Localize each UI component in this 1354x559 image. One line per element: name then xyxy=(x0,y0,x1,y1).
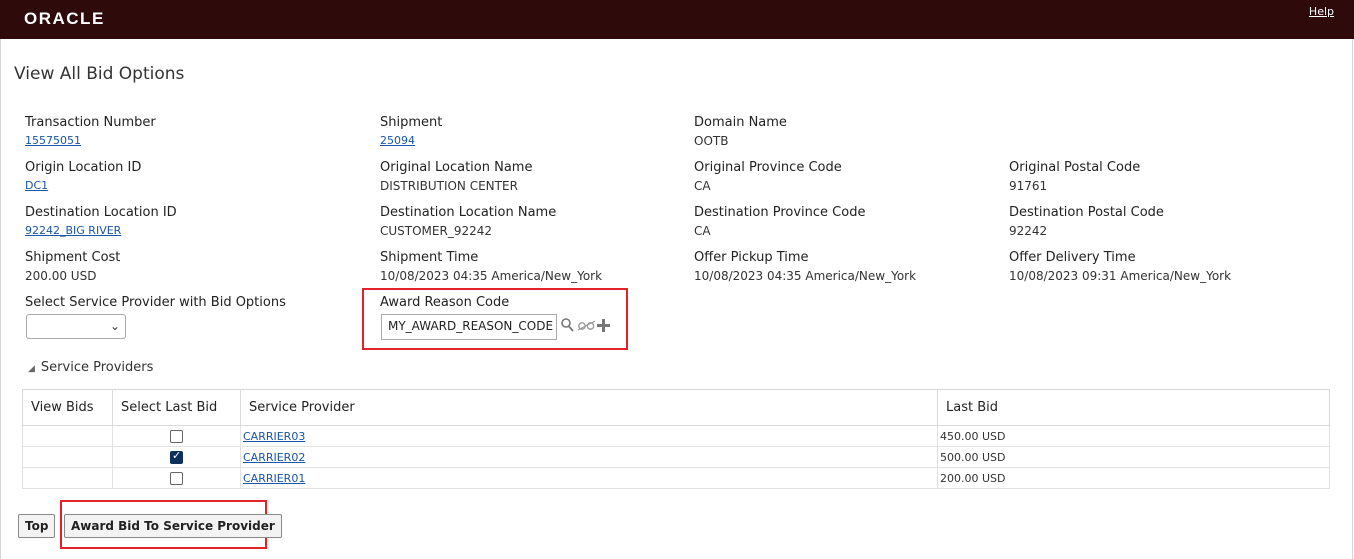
column-header-view-bids: View Bids xyxy=(22,389,113,426)
provider-cell: CARRIER01 xyxy=(240,467,938,489)
select-cell xyxy=(112,467,241,489)
service-provider-link[interactable]: CARRIER03 xyxy=(243,430,305,443)
destination-location-name-label: Destination Location Name xyxy=(380,205,557,220)
last-bid-cell: 450.00 USD xyxy=(937,425,1330,447)
top-button[interactable]: Top xyxy=(18,514,56,538)
destination-province-code-label: Destination Province Code xyxy=(694,205,866,220)
top-bar: ORACLE Help xyxy=(0,0,1354,39)
domain-name-value: OOTB xyxy=(694,134,729,148)
destination-location-id-label: Destination Location ID xyxy=(25,205,177,220)
help-link[interactable]: Help xyxy=(1309,5,1334,18)
original-location-name-value: DISTRIBUTION CENTER xyxy=(380,179,518,193)
provider-cell: CARRIER02 xyxy=(240,446,938,468)
award-reason-code-input[interactable]: MY_AWARD_REASON_CODE xyxy=(381,314,557,340)
select-cell xyxy=(112,425,241,447)
shipment-time-value: 10/08/2023 04:35 America/New_York xyxy=(380,269,603,283)
view-icon[interactable] xyxy=(577,319,596,334)
select-cell xyxy=(112,446,241,468)
service-providers-header[interactable]: ◢ Service Providers xyxy=(28,360,153,375)
select-last-bid-checkbox[interactable] xyxy=(170,471,183,485)
table-row: CARRIER02 500.00 USD xyxy=(22,446,1330,468)
offer-delivery-time-label: Offer Delivery Time xyxy=(1009,250,1136,265)
oracle-logo: ORACLE xyxy=(24,9,105,28)
destination-location-name-value: CUSTOMER_92242 xyxy=(380,224,493,238)
service-providers-table: View Bids Select Last Bid Service Provid… xyxy=(22,389,1330,489)
table-row: CARRIER03 450.00 USD xyxy=(22,425,1330,447)
search-icon[interactable] xyxy=(561,318,574,335)
last-bid-cell: 200.00 USD xyxy=(937,467,1330,489)
original-postal-code-value: 91761 xyxy=(1009,179,1048,193)
offer-pickup-time-label: Offer Pickup Time xyxy=(694,250,809,265)
transaction-number-link[interactable]: 15575051 xyxy=(25,134,81,147)
original-province-code-label: Original Province Code xyxy=(694,160,842,175)
destination-location-id-link[interactable]: 92242_BIG RIVER xyxy=(25,224,121,237)
service-provider-link[interactable]: CARRIER02 xyxy=(243,451,305,464)
shipment-label: Shipment xyxy=(380,115,443,130)
view-bids-cell xyxy=(22,446,113,468)
origin-location-id-label: Origin Location ID xyxy=(25,160,142,175)
view-bids-cell xyxy=(22,425,113,447)
plus-icon[interactable] xyxy=(597,319,610,335)
column-header-last-bid: Last Bid xyxy=(937,389,1330,426)
offer-delivery-time-value: 10/08/2023 09:31 America/New_York xyxy=(1009,269,1232,283)
service-providers-title: Service Providers xyxy=(40,360,154,375)
shipment-cost-label: Shipment Cost xyxy=(25,250,121,265)
service-provider-select[interactable]: ⌄ xyxy=(26,314,126,339)
shipment-time-label: Shipment Time xyxy=(380,250,479,265)
view-bids-cell xyxy=(22,467,113,489)
last-bid-cell: 500.00 USD xyxy=(937,446,1330,468)
original-postal-code-label: Original Postal Code xyxy=(1009,160,1141,175)
table-header-row: View Bids Select Last Bid Service Provid… xyxy=(22,389,1330,426)
page-title: View All Bid Options xyxy=(14,64,185,84)
destination-province-code-value: CA xyxy=(694,224,711,238)
award-bid-button[interactable]: Award Bid To Service Provider xyxy=(64,514,282,538)
select-service-provider-label: Select Service Provider with Bid Options xyxy=(25,295,286,310)
select-last-bid-checkbox[interactable] xyxy=(170,429,183,443)
column-header-service-provider: Service Provider xyxy=(240,389,938,426)
award-reason-code-label: Award Reason Code xyxy=(380,295,510,310)
provider-cell: CARRIER03 xyxy=(240,425,938,447)
table-row: CARRIER01 200.00 USD xyxy=(22,467,1330,489)
destination-postal-code-label: Destination Postal Code xyxy=(1009,205,1164,220)
original-location-name-label: Original Location Name xyxy=(380,160,533,175)
collapse-triangle-icon: ◢ xyxy=(28,364,35,374)
offer-pickup-time-value: 10/08/2023 04:35 America/New_York xyxy=(694,269,917,283)
origin-location-id-link[interactable]: DC1 xyxy=(25,179,48,192)
chevron-down-icon: ⌄ xyxy=(109,319,120,333)
shipment-link[interactable]: 25094 xyxy=(380,134,415,147)
shipment-cost-value: 200.00 USD xyxy=(25,269,97,283)
domain-name-label: Domain Name xyxy=(694,115,787,130)
destination-postal-code-value: 92242 xyxy=(1009,224,1048,238)
transaction-number-label: Transaction Number xyxy=(25,115,156,130)
column-header-select-last-bid: Select Last Bid xyxy=(112,389,241,426)
service-provider-link[interactable]: CARRIER01 xyxy=(243,472,305,485)
select-last-bid-checkbox[interactable] xyxy=(170,449,183,464)
original-province-code-value: CA xyxy=(694,179,711,193)
